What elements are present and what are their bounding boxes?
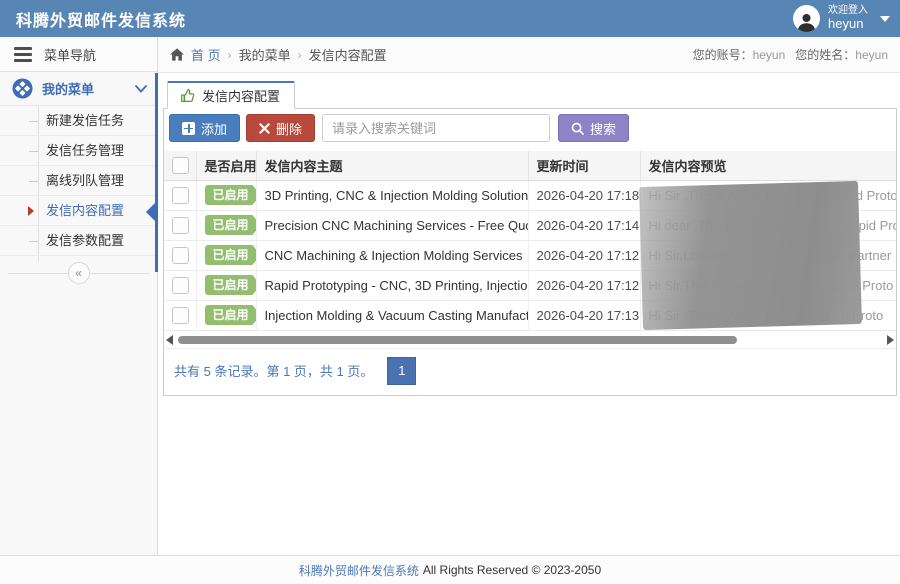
user-avatar-icon (793, 5, 820, 32)
top-header: 科腾外贸邮件发信系统 欢迎登入 heyun (0, 0, 900, 37)
main-content: 首 页 › 我的菜单 › 发信内容配置 您的账号：heyun 您的姓名：heyu… (158, 37, 900, 555)
sidebar-item-send-task-manage[interactable]: 发信任务管理 (0, 136, 157, 166)
content-panel: 发信内容配置 添加 删除 (163, 81, 897, 396)
header-preview: 发信内容预览 (640, 151, 896, 180)
chevron-down-icon (135, 85, 147, 93)
sidebar-item-new-send-task[interactable]: 新建发信任务 (0, 106, 157, 136)
row-checkbox[interactable] (172, 217, 189, 234)
breadcrumb-separator: › (228, 48, 232, 62)
app-title: 科腾外贸邮件发信系统 (16, 7, 186, 31)
name-label: 您的姓名： (795, 48, 855, 62)
breadcrumb-bar: 首 页 › 我的菜单 › 发信内容配置 您的账号：heyun 您的姓名：heyu… (158, 37, 900, 73)
tab-send-content-config[interactable]: 发信内容配置 (167, 81, 295, 109)
search-input[interactable] (322, 114, 550, 142)
table-header-row: 是否启用 发信内容主题 更新时间 发信内容预览 (164, 151, 896, 180)
breadcrumb-home[interactable]: 首 页 (191, 45, 221, 64)
hamburger-icon[interactable] (14, 47, 32, 62)
status-badge: 已启用 (205, 275, 257, 295)
subject-cell: Injection Molding & Vacuum Casting Manuf… (256, 300, 528, 330)
thumbs-up-icon (180, 88, 195, 103)
toolbar: 添加 删除 搜索 (164, 109, 896, 147)
pagination: 共有 5 条记录。第 1 页，共 1 页。 1 (164, 348, 896, 395)
panel-body: 添加 删除 搜索 (163, 109, 897, 396)
account-label: 您的账号： (693, 48, 753, 62)
status-badge: 已启用 (205, 305, 257, 325)
sidebar-item-send-content-config[interactable]: 发信内容配置 (0, 196, 157, 226)
scroll-left-arrow-icon[interactable] (166, 335, 173, 345)
name-value: heyun (855, 48, 888, 62)
user-text: 欢迎登入 heyun (828, 5, 868, 31)
add-button-label: 添加 (201, 119, 227, 138)
menu-group-icon (12, 78, 33, 99)
footer-brand-link[interactable]: 科腾外贸邮件发信系统 (299, 562, 419, 579)
row-checkbox[interactable] (172, 187, 189, 204)
header-checkbox-cell (164, 151, 196, 180)
select-all-checkbox[interactable] (172, 157, 189, 174)
time-cell: 2026-04-20 17:12:34 (528, 270, 640, 300)
row-checkbox[interactable] (172, 307, 189, 324)
time-cell: 2026-04-20 17:13:04 (528, 300, 640, 330)
app-window: 科腾外贸邮件发信系统 欢迎登入 heyun 菜单导航 (0, 0, 900, 584)
header-status: 是否启用 (196, 151, 256, 180)
user-menu[interactable]: 欢迎登入 heyun (793, 5, 890, 32)
subject-cell: CNC Machining & Injection Molding Servic… (256, 240, 528, 270)
header-time: 更新时间 (528, 151, 640, 180)
time-cell: 2026-04-20 17:14:39 (528, 210, 640, 240)
nav-title: 菜单导航 (44, 45, 96, 64)
status-badge: 已启用 (205, 185, 257, 205)
delete-button-label: 删除 (276, 119, 302, 138)
horizontal-scrollbar (166, 333, 894, 348)
sidebar-item-send-param-config[interactable]: 发信参数配置 (0, 226, 157, 256)
row-checkbox[interactable] (172, 247, 189, 264)
scroll-right-arrow-icon[interactable] (887, 335, 894, 345)
breadcrumb-level2: 我的菜单 (239, 45, 291, 64)
page-1-button[interactable]: 1 (387, 357, 416, 385)
row-checkbox[interactable] (172, 277, 189, 294)
breadcrumb-level3: 发信内容配置 (309, 45, 387, 64)
breadcrumb-separator: › (298, 48, 302, 62)
account-info: 您的账号：heyun 您的姓名：heyun (693, 46, 888, 63)
sidebar-submenu: 新建发信任务 发信任务管理 离线列队管理 发信内容配置 发信参数配置 « (0, 106, 157, 286)
status-badge: 已启用 (205, 245, 257, 265)
home-icon (170, 48, 184, 61)
scrollbar-thumb[interactable] (178, 336, 737, 344)
search-button-label: 搜索 (590, 119, 616, 138)
sidebar-collapse-button[interactable]: « (68, 262, 90, 284)
sidebar: 菜单导航 我的菜单 新建发信任务 发信任务管理 离线列队管理 发信 (0, 37, 158, 555)
active-edge-arrow-icon (146, 203, 155, 221)
redaction-overlay (639, 181, 862, 330)
delete-button[interactable]: 删除 (246, 114, 315, 142)
account-value: heyun (753, 48, 786, 62)
tab-label: 发信内容配置 (202, 86, 280, 105)
chevron-down-icon (880, 16, 890, 22)
tab-bar: 发信内容配置 (163, 81, 897, 109)
pagination-summary: 共有 5 条记录。第 1 页，共 1 页。 (174, 361, 373, 380)
menu-group-label: 我的菜单 (42, 79, 126, 98)
sidebar-group-my-menu[interactable]: 我的菜单 (0, 72, 157, 106)
subject-cell: 3D Printing, CNC & Injection Molding Sol… (256, 180, 528, 210)
person-icon (796, 11, 817, 32)
time-cell: 2026-04-20 17:18:48 (528, 180, 640, 210)
breadcrumb: 首 页 › 我的菜单 › 发信内容配置 (170, 45, 387, 64)
search-icon (571, 122, 584, 135)
time-cell: 2026-04-20 17:12:10 (528, 240, 640, 270)
table-container: 是否启用 发信内容主题 更新时间 发信内容预览 已启用 3D Printing,… (164, 151, 896, 331)
search-button[interactable]: 搜索 (558, 114, 629, 142)
subject-cell: Rapid Prototyping - CNC, 3D Printing, In… (256, 270, 528, 300)
x-icon (259, 123, 270, 134)
footer-rights: All Rights Reserved © 2023-2050 (423, 563, 601, 577)
footer: 科腾外贸邮件发信系统 All Rights Reserved © 2023-20… (0, 555, 900, 584)
sidebar-nav-header: 菜单导航 (0, 37, 157, 72)
add-button[interactable]: 添加 (169, 114, 240, 142)
plus-icon (182, 122, 195, 135)
status-badge: 已启用 (205, 215, 257, 235)
sidebar-item-offline-queue-manage[interactable]: 离线列队管理 (0, 166, 157, 196)
header-subject: 发信内容主题 (256, 151, 528, 180)
scrollbar-track[interactable] (176, 335, 884, 345)
username-label: heyun (828, 17, 868, 32)
sidebar-collapse-row: « (0, 260, 157, 286)
subject-cell: Precision CNC Machining Services - Free … (256, 210, 528, 240)
